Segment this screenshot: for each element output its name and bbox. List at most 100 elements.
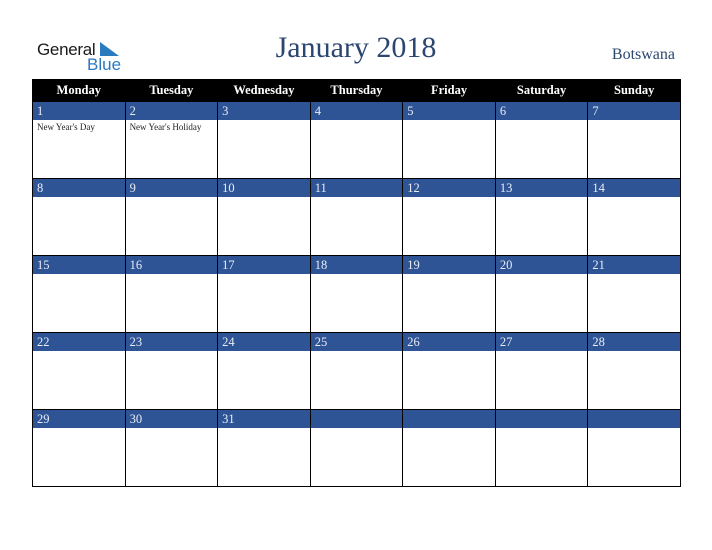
weekday-header: Sunday: [587, 79, 681, 102]
day-number: 15: [33, 256, 125, 274]
day-number: 29: [33, 410, 125, 428]
day-cell[interactable]: 31: [217, 409, 311, 487]
day-cell[interactable]: 1 New Year's Day: [32, 101, 126, 179]
day-cell[interactable]: 8: [32, 178, 126, 256]
holiday-label: [496, 274, 588, 276]
holiday-label: [403, 120, 495, 122]
day-number: [310, 410, 403, 428]
day-number: 19: [403, 256, 495, 274]
day-cell[interactable]: 18: [309, 255, 404, 333]
day-number: 18: [310, 256, 403, 274]
week-row: 15 16 17 18 19 20 21: [32, 255, 681, 333]
day-cell[interactable]: 17: [217, 255, 311, 333]
holiday-label: [218, 120, 310, 122]
holiday-label: [218, 428, 310, 430]
holiday-label: [311, 428, 403, 430]
holiday-label: [218, 274, 310, 276]
day-cell[interactable]: 15: [32, 255, 126, 333]
day-cell[interactable]: 27: [494, 332, 589, 410]
holiday-label: [496, 197, 588, 199]
day-cell[interactable]: 25: [309, 332, 404, 410]
holiday-label: [311, 274, 403, 276]
weekday-header: Monday: [32, 79, 126, 102]
day-number: 4: [310, 102, 403, 120]
day-number: 12: [403, 179, 495, 197]
holiday-label: [588, 120, 680, 122]
holiday-label: [311, 120, 403, 122]
day-number: [403, 410, 495, 428]
holiday-label: [496, 351, 588, 353]
calendar-grid: Monday Tuesday Wednesday Thursday Friday…: [32, 79, 681, 487]
day-number: 23: [125, 333, 218, 351]
weekday-header-row: Monday Tuesday Wednesday Thursday Friday…: [32, 79, 681, 102]
week-row: 1 New Year's Day 2 New Year's Holiday 3 4 5 6 7: [32, 101, 681, 179]
day-number: 8: [33, 179, 125, 197]
day-number: 3: [218, 102, 310, 120]
week-row: 8 9 10 11 12 13 14: [32, 178, 681, 256]
holiday-label: [218, 197, 310, 199]
holiday-label: [126, 197, 218, 199]
holiday-label: [311, 351, 403, 353]
day-number: 20: [495, 256, 588, 274]
day-number: 22: [33, 333, 125, 351]
day-cell[interactable]: 26: [402, 332, 496, 410]
day-number: 2: [125, 102, 218, 120]
day-cell[interactable]: 10: [217, 178, 311, 256]
weekday-header: Tuesday: [124, 79, 219, 102]
day-cell[interactable]: 30: [124, 409, 219, 487]
holiday-label: New Year's Day: [37, 122, 95, 132]
holiday-label: New Year's Holiday: [129, 122, 202, 132]
day-cell[interactable]: 14: [587, 178, 681, 256]
week-row: 29 30 31: [32, 409, 681, 487]
day-number: 1: [33, 102, 125, 120]
day-number: 25: [310, 333, 403, 351]
day-number: 11: [310, 179, 403, 197]
holiday-label: [33, 428, 125, 430]
day-number: 10: [218, 179, 310, 197]
day-number: 14: [588, 179, 680, 197]
day-cell[interactable]: 24: [217, 332, 311, 410]
day-cell[interactable]: 5: [402, 101, 496, 179]
day-cell[interactable]: 3: [217, 101, 311, 179]
holiday-label: [311, 197, 403, 199]
day-number: 13: [495, 179, 588, 197]
holiday-label: [496, 120, 588, 122]
holiday-label: [126, 428, 218, 430]
day-cell[interactable]: 16: [124, 255, 219, 333]
day-cell[interactable]: [309, 409, 404, 487]
holiday-label: [126, 274, 218, 276]
day-number: [495, 410, 588, 428]
day-cell[interactable]: 20: [494, 255, 589, 333]
day-number: 16: [125, 256, 218, 274]
day-cell[interactable]: [494, 409, 589, 487]
day-cell[interactable]: 7: [587, 101, 681, 179]
holiday-label: [218, 351, 310, 353]
day-number: 24: [218, 333, 310, 351]
day-number: 21: [588, 256, 680, 274]
day-number: 31: [218, 410, 310, 428]
day-cell[interactable]: 28: [587, 332, 681, 410]
holiday-label: [403, 351, 495, 353]
day-cell[interactable]: 21: [587, 255, 681, 333]
day-cell[interactable]: 22: [32, 332, 126, 410]
holiday-label: [588, 351, 680, 353]
day-number: 28: [588, 333, 680, 351]
day-cell[interactable]: 23: [124, 332, 219, 410]
holiday-label: [403, 428, 495, 430]
day-cell[interactable]: 4: [309, 101, 404, 179]
day-cell[interactable]: 19: [402, 255, 496, 333]
day-cell[interactable]: 9: [124, 178, 219, 256]
day-number: 7: [588, 102, 680, 120]
day-cell[interactable]: 2 New Year's Holiday: [124, 101, 219, 179]
day-cell[interactable]: [402, 409, 496, 487]
holiday-label: [496, 428, 588, 430]
day-number: 5: [403, 102, 495, 120]
day-cell[interactable]: 29: [32, 409, 126, 487]
day-cell[interactable]: 6: [494, 101, 589, 179]
day-cell[interactable]: [587, 409, 681, 487]
day-cell[interactable]: 12: [402, 178, 496, 256]
day-cell[interactable]: 13: [494, 178, 589, 256]
holiday-label: [403, 274, 495, 276]
holiday-label: [588, 428, 680, 430]
day-cell[interactable]: 11: [309, 178, 404, 256]
